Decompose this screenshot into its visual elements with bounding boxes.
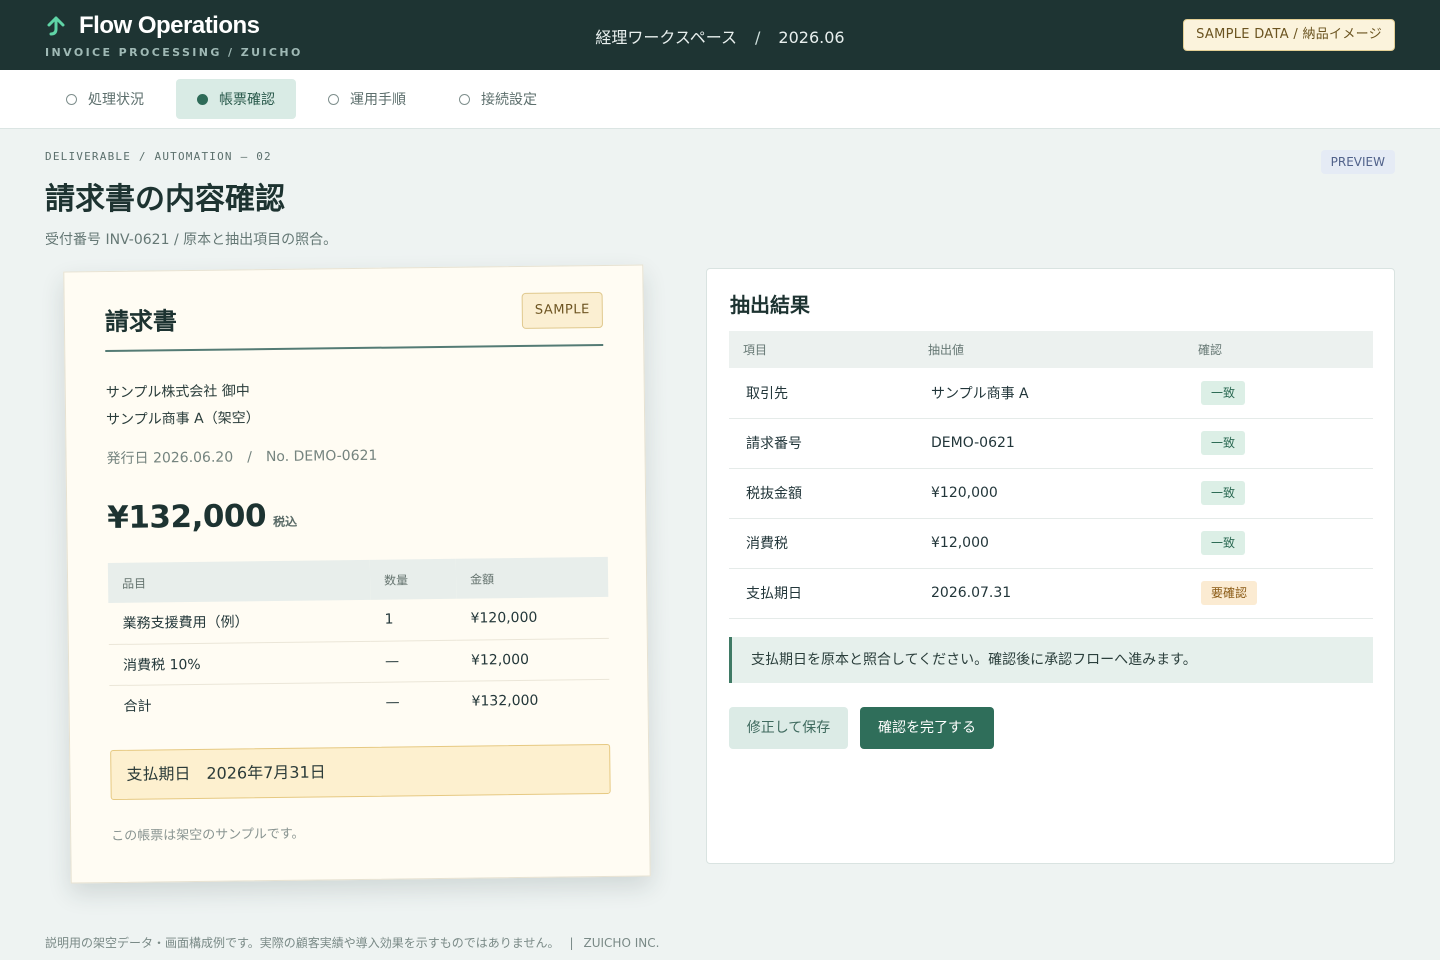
item-amount: ¥12,000 [456,637,610,681]
tab-label: 接続設定 [481,92,537,108]
tab-operation-procedure[interactable]: 運用手順 [307,79,427,119]
tab-label: 帳票確認 [219,92,275,108]
column-header: 金額 [455,556,609,599]
sample-data-badge: SAMPLE DATA / 納品イメージ [1183,19,1395,51]
invoice-due-date: 支払期日 2026年7月31日 [110,743,611,801]
tab-document-review[interactable]: 帳票確認 [176,79,296,119]
status-cell: 一致 [1184,468,1373,519]
status-badge: 一致 [1201,380,1246,405]
table-row: 合計 — ¥132,000 [109,679,609,726]
result-table: 項目 抽出値 確認 取引先 サンプル商事 A 一致 請求番号 DEMO-0621… [729,331,1373,619]
field-name: 税抜金額 [729,468,914,519]
invoice-number: No. DEMO-0621 [265,447,378,466]
status-badge: 一致 [1201,481,1246,505]
field-value: DEMO-0621 [914,418,1184,469]
column-header: 数量 [369,558,457,600]
status-badge: 一致 [1201,431,1246,455]
status-cell: 一致 [1184,368,1373,419]
tab-dot-icon [197,93,208,105]
page-subtitle: 受付番号 INV-0621 / 原本と抽出項目の照合。 [45,232,338,248]
invoice-document: 請求書 SAMPLE サンプル株式会社 御中 サンプル商事 A（架空） 発行日 … [63,264,651,884]
tab-processing-status[interactable]: 処理状況 [45,79,165,119]
status-badge: 一致 [1201,531,1246,555]
review-notice: 支払期日を原本と照合してください。確認後に承認フローへ進みます。 [729,637,1373,683]
due-date-value: 2026年7月31日 [206,762,326,783]
tab-dot-icon [66,93,77,105]
result-title: 抽出結果 [730,293,810,317]
footer: 説明用の架空データ・画面構成例です。実際の顧客実績や導入効果を示すものではありま… [45,934,659,951]
table-row: 消費税 10% — ¥12,000 [108,637,610,686]
table-row[interactable]: 税抜金額 ¥120,000 一致 [729,468,1373,519]
complete-review-button[interactable]: 確認を完了する [860,707,994,749]
table-header-row: 品目 数量 金額 [107,556,609,604]
item-amount: ¥120,000 [456,596,609,640]
item-qty: — [385,694,400,711]
tab-label: 処理状況 [88,92,144,108]
workspace-name: 経理ワークスペース [595,28,738,47]
period-separator: / [755,28,761,47]
invoice-meta: 発行日 2026.06.20 / No. DEMO-0621 [106,445,377,468]
extraction-result-panel: 抽出結果 項目 抽出値 確認 取引先 サンプル商事 A 一致 請求番号 DEMO… [706,268,1395,864]
field-name: 消費税 [729,518,914,569]
field-name: 取引先 [729,368,914,419]
period-label: 2026.06 [778,28,845,47]
field-value: ¥12,000 [914,518,1184,569]
footer-separator: | [569,936,574,950]
footer-disclaimer: 説明用の架空データ・画面構成例です。実際の顧客実績や導入効果を示すものではありま… [45,936,560,950]
page-eyebrow: DELIVERABLE / AUTOMATION — 02 [45,150,272,163]
invoice-divider [105,343,604,353]
footer-company: ZUICHO INC. [583,936,660,950]
table-row[interactable]: 請求番号 DEMO-0621 一致 [729,418,1373,469]
invoice-note: この帳票は架空のサンプルです。 [111,826,305,845]
tab-label: 運用手順 [350,92,406,108]
item-amount: ¥132,000 [471,692,539,710]
invoice-parties: サンプル株式会社 御中 サンプル商事 A（架空） [106,378,260,434]
tab-bar: 処理状況 帳票確認 運用手順 接続設定 [0,70,1440,129]
column-header: 品目 [107,559,371,604]
field-value: 2026.07.31 [914,568,1184,619]
invoice-meta-separator: / [247,449,252,466]
table-row[interactable]: 取引先 サンプル商事 A 一致 [729,368,1373,419]
invoice-tax-label: 税込 [273,514,298,530]
table-row[interactable]: 消費税 ¥12,000 一致 [729,518,1373,569]
invoice-total-amount: ¥132,000 [107,498,267,537]
tab-connection-settings[interactable]: 接続設定 [438,79,558,119]
due-date-label: 支払期日 [126,764,191,784]
item-qty: 1 [370,598,457,641]
item-qty: — [370,639,458,682]
invoice-title: 請求書 [104,307,178,337]
column-header: 項目 [729,331,914,368]
invoice-addressee: サンプル株式会社 御中 [105,383,250,402]
status-cell: 一致 [1184,418,1373,469]
invoice-total: ¥132,000 税込 [107,498,297,536]
page-title: 請求書の内容確認 [45,182,285,217]
column-header: 抽出値 [914,331,1184,368]
table-row: 業務支援費用（例） 1 ¥120,000 [108,596,609,645]
invoice-issuer: サンプル商事 A（架空） [106,410,260,429]
column-header: 確認 [1184,331,1373,368]
invoice-issue-date: 発行日 2026.06.20 [106,449,234,468]
tab-dot-icon [459,93,470,105]
item-name: 合計 [123,698,152,715]
status-cell: 一致 [1184,518,1373,569]
status-badge-warning: 要確認 [1201,581,1258,605]
save-correction-button[interactable]: 修正して保存 [729,707,848,749]
field-name: 支払期日 [729,568,914,619]
item-name: 業務支援費用（例） [108,599,371,645]
status-cell: 要確認 [1184,568,1373,619]
table-header-row: 項目 抽出値 確認 [729,331,1373,368]
table-row[interactable]: 支払期日 2026.07.31 要確認 [729,568,1373,619]
field-value: ¥120,000 [914,468,1184,519]
preview-badge: PREVIEW [1320,150,1395,174]
item-name: 消費税 10% [108,640,372,686]
field-name: 請求番号 [729,418,914,469]
invoice-sample-stamp: SAMPLE [521,291,604,329]
top-bar: Flow Operations INVOICE PROCESSING / ZUI… [0,0,1440,70]
invoice-items-table: 品目 数量 金額 業務支援費用（例） 1 ¥120,000 消費税 10% — … [107,556,610,726]
tab-dot-icon [328,93,339,105]
field-value: サンプル商事 A [914,368,1184,419]
